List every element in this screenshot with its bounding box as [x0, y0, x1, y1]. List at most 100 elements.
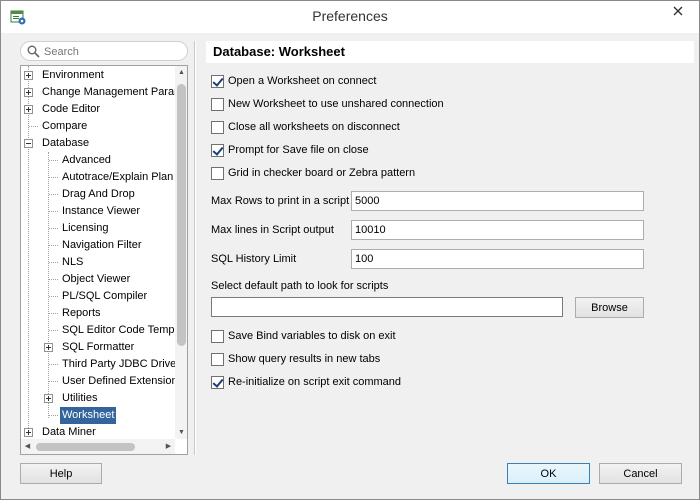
history-limit-field[interactable]: [351, 249, 644, 269]
tree-item-label: Autotrace/Explain Plan: [62, 171, 174, 183]
tree-item[interactable]: Instance Viewer: [21, 203, 175, 220]
option-label: Close all worksheets on disconnect: [228, 121, 400, 133]
tree-item[interactable]: Database: [21, 135, 175, 152]
tree-item[interactable]: NLS: [21, 254, 175, 271]
tree-item[interactable]: Navigation Filter: [21, 237, 175, 254]
search-input[interactable]: [44, 44, 184, 59]
tree-item[interactable]: Utilities: [21, 390, 175, 407]
tree-item-label: Worksheet: [60, 407, 117, 424]
tree-item[interactable]: Environment: [21, 67, 175, 84]
new-worksheet-unshared-checkbox[interactable]: [211, 97, 224, 111]
option-label: Grid in checker board or Zebra pattern: [228, 167, 416, 179]
scroll-right-icon[interactable]: ▶: [162, 439, 175, 454]
save-bind-variables-checkbox[interactable]: [211, 329, 224, 343]
tree-item-label: Utilities: [62, 392, 98, 404]
tree-item[interactable]: SQL Editor Code Templa: [21, 322, 183, 339]
option-new-worksheet-unshared[interactable]: New Worksheet to use unshared connection: [211, 96, 444, 112]
tree-item[interactable]: Third Party JDBC Driver: [21, 356, 180, 373]
option-grid-pattern[interactable]: Grid in checker board or Zebra pattern: [211, 165, 415, 181]
max-lines-field[interactable]: [351, 220, 644, 240]
tree-item[interactable]: PL/SQL Compiler: [21, 288, 175, 305]
cancel-button[interactable]: Cancel: [599, 463, 682, 484]
tree-item-label: Reports: [62, 307, 101, 319]
prompt-save-checkbox[interactable]: [211, 143, 224, 157]
grid-pattern-checkbox[interactable]: [211, 166, 224, 180]
ok-button[interactable]: OK: [507, 463, 590, 484]
option-label: Prompt for Save file on close: [228, 144, 369, 156]
expand-icon[interactable]: [44, 394, 53, 403]
tree-item-label: Compare: [42, 120, 88, 132]
close-icon: [673, 6, 683, 16]
tree-item-label: SQL Formatter: [62, 341, 135, 353]
tree-item[interactable]: SQL Formatter: [21, 339, 175, 356]
expand-icon[interactable]: [24, 88, 33, 97]
option-label: Open a Worksheet on connect: [228, 75, 377, 87]
tree-item-label: Object Viewer: [62, 273, 131, 285]
preferences-tree[interactable]: Environment Change Management Parar Code E…: [20, 65, 188, 455]
search-icon: [27, 45, 40, 58]
scroll-left-icon[interactable]: ◀: [21, 439, 34, 454]
collapse-icon[interactable]: [24, 139, 33, 148]
tree-item[interactable]: Compare: [21, 118, 175, 135]
option-label: New Worksheet to use unshared connection: [228, 98, 444, 110]
close-button[interactable]: [663, 1, 693, 21]
option-prompt-save[interactable]: Prompt for Save file on close: [211, 142, 369, 158]
close-worksheets-checkbox[interactable]: [211, 120, 224, 134]
max-rows-label: Max Rows to print in a script: [211, 195, 350, 207]
expand-icon[interactable]: [24, 428, 33, 437]
title-bar[interactable]: Preferences: [1, 1, 699, 33]
option-show-query-results[interactable]: Show query results in new tabs: [211, 351, 380, 367]
tree-item[interactable]: Drag And Drop: [21, 186, 175, 203]
tree-item[interactable]: Change Management Parar: [21, 84, 178, 101]
vertical-scroll-thumb[interactable]: [177, 84, 186, 346]
expand-icon[interactable]: [24, 105, 33, 114]
tree-item-label: Instance Viewer: [62, 205, 141, 217]
search-box[interactable]: [20, 41, 188, 61]
tree-item-label: Advanced: [62, 154, 111, 166]
browse-button[interactable]: Browse: [575, 297, 644, 318]
panel-splitter[interactable]: [194, 41, 196, 455]
tree-item-label: Third Party JDBC Driver: [62, 358, 180, 370]
scroll-up-icon[interactable]: ▲: [175, 66, 187, 79]
tree-item[interactable]: Advanced: [21, 152, 175, 169]
option-open-worksheet[interactable]: Open a Worksheet on connect: [211, 73, 376, 89]
tree-item-label: PL/SQL Compiler: [62, 290, 148, 302]
expand-icon[interactable]: [24, 71, 33, 80]
option-close-worksheets[interactable]: Close all worksheets on disconnect: [211, 119, 400, 135]
show-query-results-checkbox[interactable]: [211, 352, 224, 366]
tree-item[interactable]: Worksheet: [21, 407, 175, 424]
tree-item[interactable]: Object Viewer: [21, 271, 175, 288]
option-label: Save Bind variables to disk on exit: [228, 330, 396, 342]
help-button[interactable]: Help: [20, 463, 102, 484]
script-path-label: Select default path to look for scripts: [211, 280, 389, 292]
max-rows-field[interactable]: [351, 191, 644, 211]
max-lines-label: Max lines in Script output: [211, 224, 334, 236]
history-limit-label: SQL History Limit: [211, 253, 297, 265]
tree-horizontal-scrollbar[interactable]: ◀ ▶: [21, 439, 175, 454]
tree-item[interactable]: Autotrace/Explain Plan: [21, 169, 175, 186]
option-save-bind-variables[interactable]: Save Bind variables to disk on exit: [211, 328, 396, 344]
tree-item-label: User Defined Extension: [62, 375, 178, 387]
tree-item[interactable]: Code Editor: [21, 101, 175, 118]
tree-item-label: Code Editor: [42, 103, 101, 115]
open-worksheet-checkbox[interactable]: [211, 74, 224, 88]
tree-item-label: Environment: [42, 69, 104, 81]
tree-item[interactable]: User Defined Extension: [21, 373, 178, 390]
tree-item[interactable]: Reports: [21, 305, 175, 322]
window-title: Preferences: [312, 8, 388, 24]
expand-icon[interactable]: [44, 343, 53, 352]
tree-vertical-scrollbar[interactable]: ▲ ▼: [175, 66, 187, 439]
script-path-field[interactable]: [211, 297, 563, 317]
tree-item-label: Navigation Filter: [62, 239, 142, 251]
reinitialize-checkbox[interactable]: [211, 375, 224, 389]
page-title: Database: Worksheet: [206, 41, 694, 63]
scroll-down-icon[interactable]: ▼: [175, 426, 187, 439]
horizontal-scroll-thumb[interactable]: [36, 443, 135, 451]
tree-item-label: Drag And Drop: [62, 188, 135, 200]
tree-item-label: Licensing: [62, 222, 109, 234]
tree-item[interactable]: Licensing: [21, 220, 175, 237]
preferences-dialog: Preferences Environment Change Management…: [0, 0, 700, 500]
tree-item-label: Change Management Parar: [42, 86, 178, 98]
option-label: Re-initialize on script exit command: [228, 376, 402, 388]
option-reinitialize[interactable]: Re-initialize on script exit command: [211, 374, 401, 390]
